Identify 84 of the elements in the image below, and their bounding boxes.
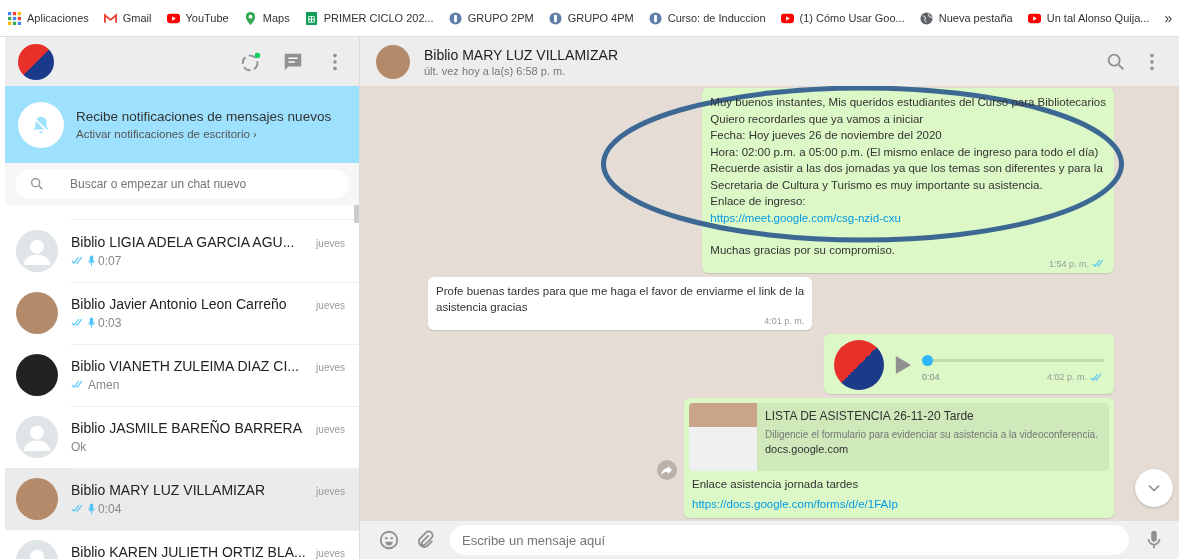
chat-time: jueves (316, 423, 345, 435)
chat-list-item[interactable]: Biblio JASMILE BAREÑO BARRERA jueves Ok (5, 406, 359, 468)
contact-name: Biblio MARY LUZ VILLAMIZAR (71, 481, 265, 498)
message-text: Muchas gracias por su compromiso. (710, 243, 897, 258)
scroll-down-button[interactable] (1135, 469, 1173, 507)
message-preview: 0:03 (98, 315, 122, 330)
play-icon (1027, 11, 1041, 25)
circle-logo-icon (648, 11, 662, 25)
bookmark-link[interactable]: Gmail (103, 11, 152, 25)
bookmark-link[interactable]: Nueva pestaña (919, 11, 1013, 25)
message-text: Profe buenas tardes para que me haga el favor de enviarme el link de la (436, 283, 805, 299)
contact-name: Biblio KAREN JULIETH ORTIZ BLA... (71, 543, 306, 559)
bookmark-link[interactable]: YouTube (166, 11, 229, 25)
bookmark-link[interactable]: Aplicaciones (8, 11, 89, 25)
chat-time: jueves (316, 485, 345, 497)
contact-name: Biblio LIGIA ADELA GARCIA AGU... (71, 233, 295, 250)
contact-name: Biblio JASMILE BAREÑO BARRERA (71, 419, 303, 436)
search-field[interactable]: Buscar o empezar un chat nuevo (15, 169, 349, 199)
play-icon (780, 11, 794, 25)
chat-time: jueves (316, 237, 345, 249)
chat-list-item[interactable]: Biblio LIGIA ADELA GARCIA AGU... jueves 0:07 (5, 220, 359, 282)
play-icon[interactable] (894, 354, 912, 375)
message-time: 4:02 p. m. (1046, 372, 1087, 382)
message-time: 4:01 p. m. (764, 315, 805, 326)
message-text: Quiero recordarles que ya vamos a iniciar (710, 111, 925, 127)
chat-list-item[interactable]: Biblio MARY LUZ VILLAMIZAR jueves 0:04 (5, 468, 359, 530)
chat-time: jueves (316, 299, 345, 311)
message-text: Enlace asistencia jornada tardes (691, 476, 860, 492)
audio-thumb[interactable] (922, 355, 933, 366)
status-icon[interactable] (240, 50, 262, 73)
chat-list-item[interactable]: Biblio KAREN JULIETH ORTIZ BLA... jueves (5, 530, 359, 559)
forward-icon[interactable] (657, 459, 677, 480)
bookmark-link[interactable]: Un tal Alonso Quija... (1027, 11, 1150, 25)
globe-icon (919, 11, 933, 25)
bookmark-link[interactable]: PRIMER CICLO 202... (304, 11, 434, 25)
preview-title: LISTA DE ASISTENCIA 26-11-20 Tarde (765, 408, 975, 423)
message-text: Recuerde asistir a las dos jornadas ya que los temas son diferentes y para la (710, 161, 1104, 176)
search-icon (29, 176, 45, 192)
preview-domain: docs.google.com (765, 442, 850, 455)
profile-avatar[interactable] (18, 43, 54, 80)
circle-logo-icon (448, 11, 462, 25)
map-pin-icon (243, 11, 257, 25)
muted-bell-icon (18, 101, 64, 148)
emoji-icon[interactable] (378, 529, 400, 551)
message-text: asistencia gracias (436, 300, 529, 315)
banner-title: Recibe notificaciones de mensajes nuevos (76, 109, 332, 124)
chat-list-item[interactable]: Biblio VIANETH ZULEIMA DIAZ CI... jueves Amen (5, 344, 359, 406)
contact-name: Biblio Javier Antonio Leon Carreño (71, 295, 287, 312)
play-icon (166, 11, 180, 25)
chat-list-item[interactable]: Biblio Javier Antonio Leon Carreño jueves 0:03 (5, 282, 359, 344)
bookmark-link[interactable]: GRUPO 2PM (448, 11, 534, 25)
scrollbar[interactable] (354, 205, 359, 223)
message-preview: 0:07 (98, 253, 122, 268)
message-text: Enlace de ingreso: (710, 194, 807, 209)
bookmark-link[interactable]: (1) Cómo Usar Goo... (780, 11, 905, 25)
message-preview: 0:04 (98, 501, 122, 516)
bookmark-link[interactable]: GRUPO 4PM (548, 11, 634, 25)
circle-logo-icon (548, 11, 562, 25)
message-preview: Amen (88, 377, 120, 392)
enable-notifications-link[interactable]: Activar notificaciones de escritorio › (76, 128, 332, 140)
avatar-photo-placeholder (376, 44, 410, 79)
bookmark-link[interactable]: Maps (243, 11, 290, 25)
more-bookmarks-button[interactable]: » (1164, 10, 1173, 26)
link-preview-card[interactable]: LISTA DE ASISTENCIA 26-11-20 Tarde Diligencie el formulario para evidenciar su asistencia a la videoconferencia. docs.google.com (689, 402, 1109, 471)
mail-icon (103, 11, 117, 25)
grid-icon (8, 11, 21, 25)
message-time: 1:54 p. m. (1048, 258, 1089, 269)
message-text: Fecha: Hoy jueves 26 de noviembre del 2020 (710, 128, 943, 143)
audio-duration: 0:04 (922, 372, 940, 382)
notification-banner[interactable]: Recibe notificaciones de mensajes nuevos Activar notificaciones de escritorio › (5, 86, 359, 163)
message-preview: Ok (71, 439, 87, 454)
contact-name: Biblio MARY LUZ VILLAMIZAR (424, 46, 619, 63)
chat-time: jueves (316, 547, 345, 559)
last-seen-status: últ. vez hoy a la(s) 6:58 p. m. (424, 64, 567, 77)
message-text: Hora: 02:00 p.m. a 05:00 p.m. (El mismo enlace de ingreso para todo el día) (710, 144, 1100, 160)
sender-avatar (834, 339, 884, 390)
preview-description: Diligencie el formulario para evidenciar su asistencia a la videoconferencia. (765, 427, 1098, 442)
bookmark-link[interactable]: Curso: de Induccion (648, 11, 766, 25)
contact-name: Biblio VIANETH ZULEIMA DIAZ CI... (71, 357, 299, 374)
message-input[interactable]: Escribe un mensaje aquí (450, 525, 1129, 555)
chat-time: jueves (316, 361, 345, 373)
photo-placeholder (689, 402, 757, 471)
spreadsheet-icon (304, 11, 318, 25)
message-text: Secretaria de Cultura y Turismo es muy importante su asistencia. (710, 177, 1044, 193)
